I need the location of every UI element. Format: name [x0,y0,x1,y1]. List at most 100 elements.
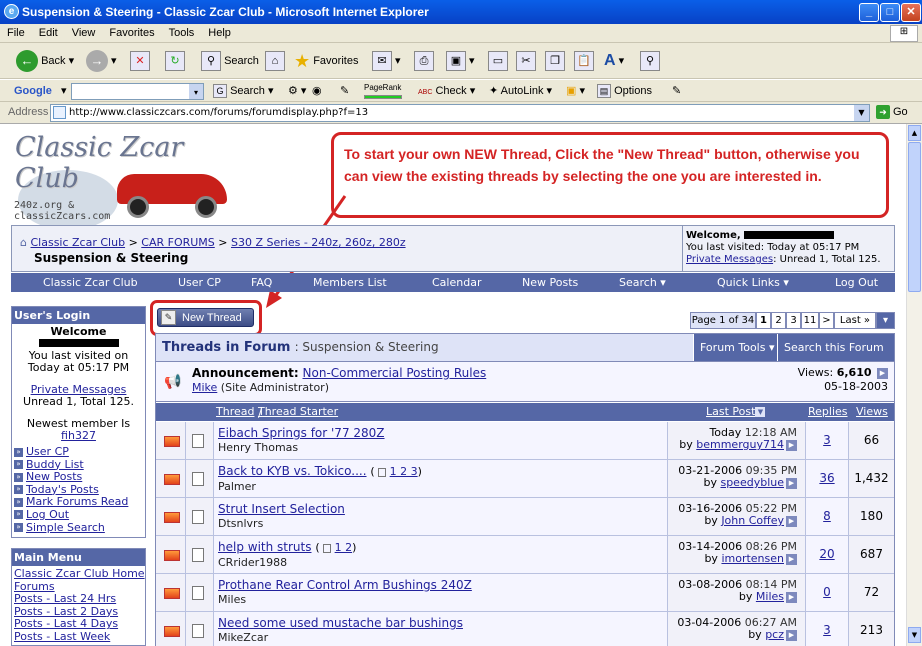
favorites-button[interactable]: ★ Favorites [294,49,358,73]
google-search-button[interactable]: G Search ▾ [213,83,274,100]
sort-by-starter[interactable]: Thread Starter [258,405,338,418]
last-post-user[interactable]: pcz [765,628,784,641]
maximize-button[interactable]: □ [880,3,900,22]
menu-edit[interactable]: Edit [32,24,65,39]
last-post-user[interactable]: bemmerguy714 [696,438,784,451]
research-button[interactable]: ⚲ [640,49,660,73]
go-to-last-post-icon[interactable]: ▶ [786,477,797,489]
forward-button[interactable]: → ▾ [86,49,117,73]
main-menu-link[interactable]: Classic Zcar Club Home [14,567,145,580]
menu-help[interactable]: Help [201,24,238,39]
thread-title[interactable]: Back to KYB vs. Tokico.... [218,464,367,478]
back-button[interactable]: ← Back ▾ [16,49,74,73]
search-button[interactable]: ⚲ Search [201,49,259,73]
options-button[interactable]: ▤ Options [597,83,652,100]
sort-by-views[interactable]: Views [856,405,888,418]
cut-button[interactable]: ✂ [516,49,536,73]
page-11[interactable]: 11 [801,312,819,329]
main-menu-link[interactable]: Posts - Last 2 Days [14,605,118,618]
quick-link-label[interactable]: Simple Search [26,521,105,534]
page-3[interactable]: 3 [786,312,801,329]
nav-quick-links[interactable]: Quick Links ▾ [717,276,789,289]
messenger-button[interactable]: ▭ [488,49,508,73]
quick-link-label[interactable]: User CP [26,445,69,458]
last-post-user[interactable]: John Coffey [721,514,784,527]
edit-button[interactable]: ▣ ▾ [446,49,475,73]
menu-file[interactable]: File [0,24,32,39]
font-button[interactable]: A ▾ [604,49,624,73]
page-next[interactable]: > [819,312,834,329]
thread-pages[interactable]: 1 2 [335,541,353,554]
quick-link-label[interactable]: Buddy List [26,458,84,471]
paste-button[interactable]: 📋 [574,49,594,73]
go-to-last-post-icon[interactable]: ▶ [786,439,797,451]
autofill-button[interactable]: ▣ ▾ [566,83,585,100]
main-menu-link[interactable]: Posts - Last 4 Days [14,617,118,631]
nav-members-list[interactable]: Members List [313,276,387,289]
google-search-input[interactable]: ▾ [71,83,204,100]
nav-user-cp[interactable]: User CP [178,276,221,289]
go-to-last-post-icon[interactable]: ▶ [786,553,797,565]
google-news-button[interactable]: ⚙ ▾ [288,83,306,100]
scroll-thumb[interactable] [908,142,921,292]
scroll-up-icon[interactable]: ▲ [908,125,921,141]
announcement-author[interactable]: Mike [192,381,217,394]
thread-pages[interactable]: 1 2 3 [390,465,418,478]
vertical-scrollbar[interactable]: ▲ ▼ [906,124,922,646]
page-2[interactable]: 2 [771,312,786,329]
nav-faq[interactable]: FAQ [251,276,272,289]
last-post-user[interactable]: speedyblue [720,476,784,489]
stop-button[interactable]: ✕ [130,49,150,73]
main-menu-link[interactable]: Forums [14,580,55,593]
new-thread-button[interactable]: ✎ New Thread [157,308,254,327]
google-web-button[interactable]: ◉ [312,83,322,100]
thread-title[interactable]: Need some used mustache bar bushings [218,616,463,630]
breadcrumb-series[interactable]: S30 Z Series - 240z, 260z, 280z [231,236,406,249]
minimize-button[interactable]: _ [859,3,879,22]
last-post-user[interactable]: Miles [756,590,784,603]
thread-title[interactable]: Strut Insert Selection [218,502,345,516]
menu-view[interactable]: View [65,24,103,39]
chevron-down-icon[interactable]: ▼ [854,105,869,121]
sort-by-last-post[interactable]: Last Post [706,405,755,418]
spell-check-button[interactable]: ABC Check ▾ [418,83,475,100]
page-last[interactable]: Last » [834,312,876,329]
menu-tools[interactable]: Tools [162,24,202,39]
autolink-button[interactable]: ✦ AutoLink ▾ [489,83,552,100]
quick-link-label[interactable]: Log Out [26,508,69,521]
announcement-title[interactable]: Non-Commercial Posting Rules [303,366,487,380]
go-to-last-post-icon[interactable]: ▶ [786,629,797,641]
quick-link-label[interactable]: New Posts [26,470,82,483]
nav-log-out[interactable]: Log Out [835,276,878,289]
main-menu-link[interactable]: Posts - Last Week [14,630,110,643]
breadcrumb-home[interactable]: Classic Zcar Club [30,236,125,249]
quick-link-simple-search[interactable]: » Simple Search [14,521,145,535]
go-to-last-post-icon[interactable]: ▶ [786,591,797,603]
thread-replies[interactable]: 8 [823,509,831,523]
scroll-down-icon[interactable]: ▼ [908,627,921,643]
breadcrumb-forums[interactable]: CAR FORUMS [141,236,215,249]
page-1[interactable]: 1 [756,312,771,329]
sort-by-thread[interactable]: Thread [216,405,254,418]
menu-favorites[interactable]: Favorites [102,24,161,39]
thread-title[interactable]: Prothane Rear Control Arm Bushings 240Z [218,578,472,592]
mail-button[interactable]: ✉ ▾ [372,49,401,73]
go-to-last-post-icon[interactable]: ▶ [786,515,797,527]
thread-replies[interactable]: 0 [823,585,831,599]
main-menu-link[interactable]: Posts - Last 24 Hrs [14,592,116,605]
thread-replies[interactable]: 3 [823,623,831,637]
close-button[interactable]: ✕ [901,3,921,22]
google-highlight-button[interactable]: ✎ [340,83,349,100]
go-button[interactable]: ➜ Go [876,105,908,119]
pencil-icon[interactable]: ✎ [672,83,681,100]
thread-replies[interactable]: 20 [819,547,834,561]
address-input[interactable]: http://www.classiczcars.com/forums/forum… [50,104,870,122]
go-arrow-icon[interactable]: ▶ [877,367,888,379]
home-button[interactable]: ⌂ [265,49,285,73]
forum-tools-button[interactable]: Forum Tools ▾ [693,334,781,361]
search-forum-button[interactable]: Search this Forum ▾ [777,334,894,381]
page-jump-dropdown[interactable]: ▾ [876,312,895,329]
thread-replies[interactable]: 36 [819,471,834,485]
private-messages-link[interactable]: Private Messages [686,254,773,265]
nav-search[interactable]: Search ▾ [619,276,666,289]
